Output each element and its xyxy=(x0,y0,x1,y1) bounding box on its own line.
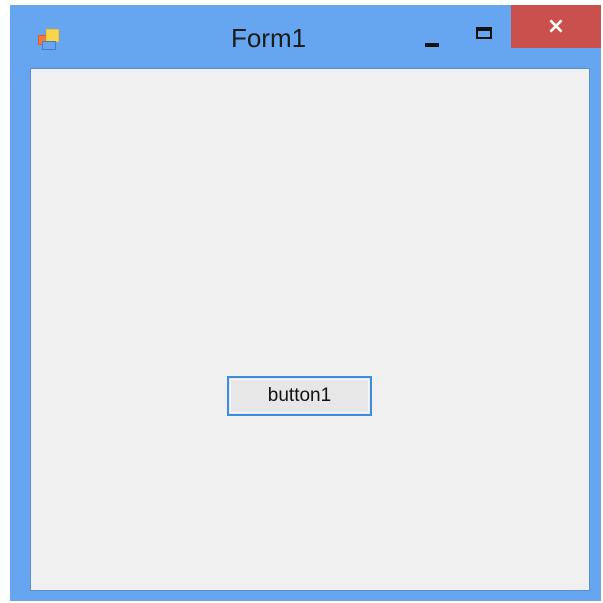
maximize-button[interactable] xyxy=(468,15,502,55)
title-bar[interactable]: Form1 × xyxy=(10,5,601,67)
windows-form-icon[interactable] xyxy=(38,29,60,51)
minimize-button[interactable] xyxy=(415,15,449,55)
form-client-area: button1 xyxy=(30,68,590,591)
close-button[interactable]: × xyxy=(511,5,601,48)
form1-window: Form1 × button1 xyxy=(10,5,601,601)
button1-label: button1 xyxy=(267,385,332,406)
button1[interactable]: button1 xyxy=(227,376,372,416)
close-icon: × xyxy=(546,14,566,39)
